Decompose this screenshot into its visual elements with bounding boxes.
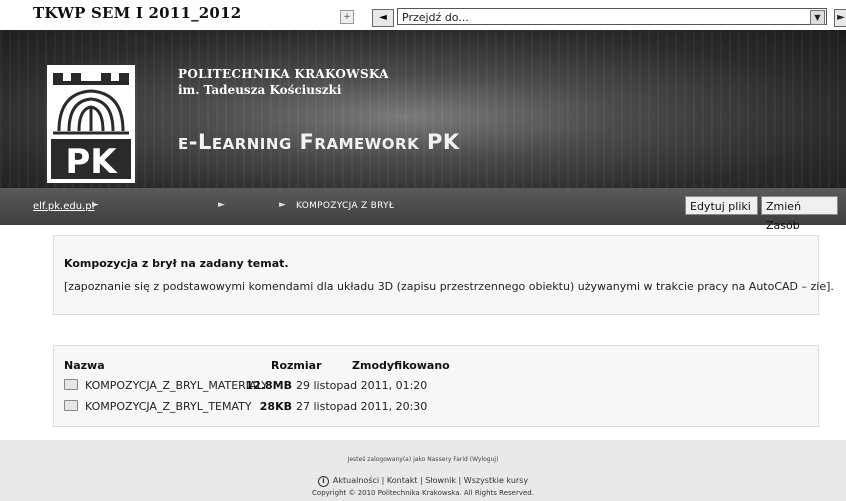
breadcrumb: elf.pk.edu.pl ► ► ► KOMPOZYCJA Z BRYŁ Ed…	[0, 188, 846, 232]
description-text: [zapoznanie się z podstawowymi komendami…	[64, 280, 834, 293]
edit-files-button[interactable]: Edytuj pliki	[685, 196, 758, 215]
platform-title: e-Learning Framework PK	[178, 130, 460, 154]
header-banner: PK POLITECHNIKA KRAKOWSKA im. Tadeusza K…	[0, 30, 846, 188]
top-bar: TKWP SEM I 2011_2012 + ◄ Przejdź do... ▼…	[0, 0, 846, 30]
page-footer: Jesteś zalogowany(a) jako Nassery Farid …	[0, 440, 846, 501]
file-link-tematy[interactable]: KOMPOZYCJA_Z_BRYL_TEMATY	[64, 400, 252, 413]
copyright: Copyright © 2010 Politechnika Krakowska.…	[312, 489, 534, 497]
course-title: TKWP SEM I 2011_2012	[33, 4, 242, 22]
column-header-name[interactable]: Nazwa	[64, 359, 105, 372]
jump-to-select[interactable]: Przejdź do... ▼	[397, 8, 827, 25]
breadcrumb-separator-icon: ►	[218, 200, 225, 210]
pk-logo: PK	[47, 65, 135, 183]
folder-icon	[64, 400, 78, 411]
breadcrumb-home-link[interactable]: elf.pk.edu.pl	[33, 201, 94, 212]
breadcrumb-separator-icon: ►	[92, 200, 99, 210]
breadcrumb-separator-icon: ►	[279, 200, 286, 210]
file-size: 12.8MB	[245, 379, 292, 392]
footer-links-text[interactable]: Aktualności | Kontakt | Słownik | Wszyst…	[333, 476, 528, 485]
info-icon: i	[317, 476, 329, 487]
next-activity-button[interactable]: ►	[834, 9, 846, 27]
university-name: POLITECHNIKA KRAKOWSKA	[178, 67, 389, 81]
breadcrumb-current: KOMPOZYCJA Z BRYŁ	[296, 201, 395, 211]
fold-icon[interactable]: +	[340, 10, 354, 24]
pk-logo-text: PK	[65, 142, 118, 182]
column-header-size[interactable]: Rozmiar	[271, 359, 322, 372]
previous-activity-button[interactable]: ◄	[372, 9, 394, 27]
change-resource-button[interactable]: Zmień Zasób	[761, 196, 838, 232]
column-header-modified[interactable]: Zmodyfikowano	[352, 359, 450, 372]
jump-to-value: Przejdź do...	[402, 11, 469, 24]
file-date: 29 listopad 2011, 01:20	[296, 379, 428, 392]
footer-links[interactable]: i Aktualności | Kontakt | Słownik | Wszys…	[0, 476, 846, 487]
file-date: 27 listopad 2011, 20:30	[296, 400, 428, 413]
file-size: 28KB	[259, 400, 292, 413]
resource-description: Kompozycja z brył na zadany temat. [zapo…	[53, 235, 834, 315]
dropdown-arrow-icon[interactable]: ▼	[810, 10, 825, 25]
login-info[interactable]: Jesteś zalogowany(a) jako Nassery Farid …	[0, 456, 846, 463]
description-title: Kompozycja z brył na zadany temat.	[64, 257, 289, 270]
university-subtitle: im. Tadeusza Kościuszki	[178, 83, 342, 97]
file-name: KOMPOZYCJA_Z_BRYL_TEMATY	[85, 400, 252, 413]
file-list: Nazwa Rozmiar Zmodyfikowano KOMPOZYCJA_Z…	[53, 345, 819, 427]
folder-icon	[64, 379, 78, 390]
